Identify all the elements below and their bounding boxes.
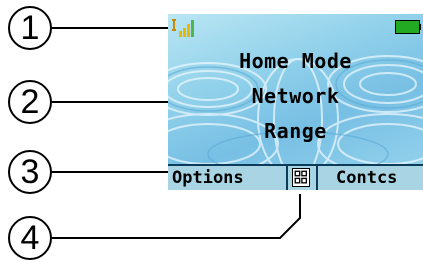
signal-strength-icon: [172, 19, 194, 37]
softkey-bar: Options Contcs: [168, 164, 423, 190]
softkey-divider: [316, 166, 318, 190]
menu-grid-icon[interactable]: [292, 168, 310, 187]
status-bar: [168, 14, 423, 40]
battery-icon: [395, 20, 421, 34]
leader-line-4: [52, 194, 301, 239]
options-softkey[interactable]: Options: [172, 167, 244, 189]
softkey-divider: [286, 166, 288, 190]
callout-2: 2: [8, 80, 52, 124]
network-message: Home Mode Network Range: [168, 44, 423, 149]
callout-3: 3: [8, 150, 52, 194]
contacts-softkey[interactable]: Contcs: [336, 167, 397, 189]
callout-1: 1: [8, 6, 52, 50]
message-line-1: Home Mode: [239, 49, 352, 73]
message-line-2: Network: [251, 84, 340, 108]
callout-4: 4: [8, 216, 52, 260]
message-line-3: Range: [264, 119, 327, 143]
phone-screen: Home Mode Network Range Options Contcs: [168, 14, 423, 190]
